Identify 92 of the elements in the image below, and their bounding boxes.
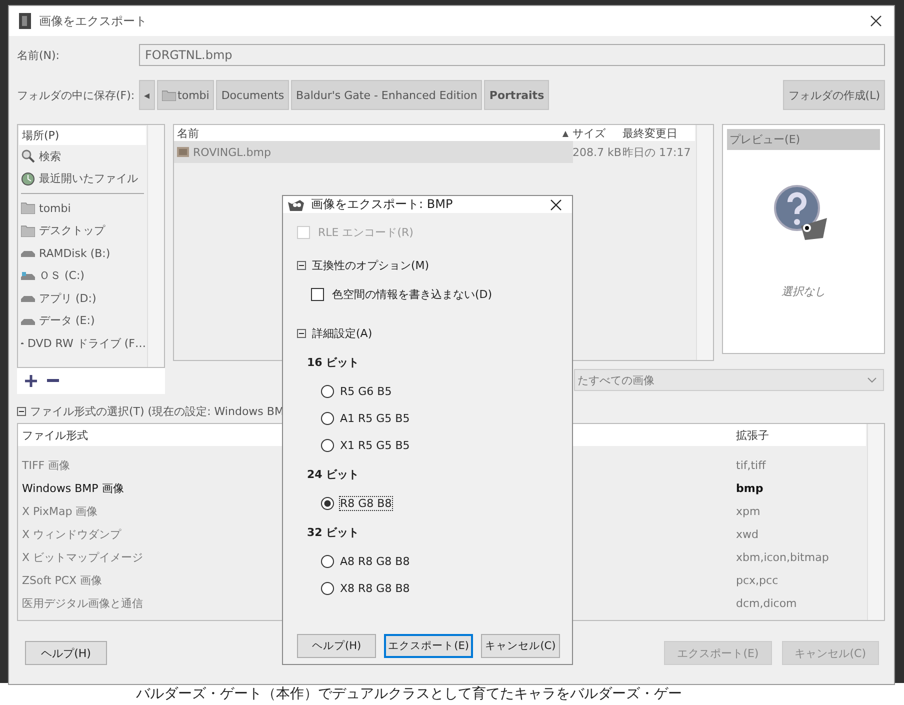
checkbox-label[interactable]: 色空間の情報を書き込まない(D) [332,287,492,302]
radio-button[interactable] [321,497,334,510]
place-item[interactable]: ＯＳ (C:) [19,264,146,287]
name-label: 名前(N): [17,48,61,62]
drive-icon [21,294,35,302]
format-name[interactable]: 医用デジタル画像と通信 [22,597,143,610]
collapse-icon[interactable] [297,261,306,270]
path-button[interactable]: Portraits [484,80,550,110]
format-extension: dcm,dicom [736,597,798,610]
folder-label: フォルダの中に保存(F): [17,88,133,102]
path-button[interactable]: Baldur's Gate - Enhanced Edition [291,80,482,110]
scrollbar[interactable] [696,125,713,360]
place-item[interactable]: RAMDisk (B:) [19,242,146,264]
create-folder-button[interactable]: フォルダの作成(L) [783,80,885,110]
format-extension: xwd [736,528,760,541]
format-name[interactable]: ZSoft PCX 画像 [22,574,102,587]
radio-label[interactable]: R8 G8 B8 [340,497,392,510]
close-icon[interactable] [550,198,562,210]
collapse-icon[interactable] [17,407,26,416]
radio-button[interactable] [321,385,334,398]
scrollbar[interactable] [147,125,164,367]
name-field[interactable]: FORGTNL.bmp [139,44,885,66]
format-name[interactable]: X ビットマップイメージ [22,551,144,564]
drive-icon [21,316,35,325]
radio-label[interactable]: A8 R8 G8 B8 [340,555,410,568]
column-header[interactable]: 最終変更日 [622,126,695,140]
collapse-icon[interactable] [297,329,306,338]
column-header[interactable]: 拡張子 [736,428,866,442]
window-title: 画像をエクスポート [39,12,148,30]
place-item[interactable]: アプリ (D:) [19,287,146,310]
format-extension: pcx,pcc [736,574,780,587]
remove-icon[interactable] [47,379,59,383]
close-icon[interactable] [870,15,882,27]
clock-icon [21,172,35,186]
image-file-icon [177,147,189,157]
dialog-button[interactable]: キャンセル(C) [480,634,560,658]
radio-button[interactable] [321,555,334,568]
app-icon [19,13,31,29]
radio-button[interactable] [321,412,334,425]
scrollbar[interactable] [867,424,884,620]
radio-button[interactable] [321,439,334,452]
place-item[interactable]: DVD RW ドライブ (F… [19,332,146,354]
back-button[interactable]: ◂ [139,80,155,110]
column-header[interactable]: 名前 [174,126,562,140]
format-extension: tif,tiff [736,459,767,472]
dialog-button[interactable]: エクスポート(E) [384,634,473,658]
background-text: バルダーズ・ゲート（本作）でデュアルクラスとして育てたキャラをバルダーズ・ゲー [136,685,682,703]
path-button[interactable]: Documents [216,80,290,110]
dialog-title: 画像をエクスポート: BMP [311,196,454,213]
format-name[interactable]: TIFF 画像 [22,459,70,472]
dialog-button[interactable]: ヘルプ(H) [25,641,107,665]
place-item[interactable]: 検索 [19,145,146,168]
radio-label[interactable]: R5 G6 B5 [340,385,392,398]
place-item[interactable]: デスクトップ [19,220,146,242]
filter-dropdown[interactable]: たすべての画像 [574,369,884,391]
place-item[interactable]: 最近開いたファイル [19,168,146,190]
group-label: 32 ビット [307,525,360,540]
format-extension: xbm,icon,bitmap [736,551,830,564]
folder-icon [21,202,35,214]
format-name[interactable]: X ウィンドウダンプ [22,528,122,541]
preview-header: プレビュー(E) [726,129,880,150]
format-name[interactable]: X PixMap 画像 [22,505,98,518]
section-label[interactable]: 詳細設定(A) [312,326,372,341]
place-item[interactable]: データ (E:) [19,310,146,332]
file-size: 208.7 kB [572,146,622,158]
format-name[interactable]: Windows BMP 画像 [22,482,124,495]
folder-icon [162,90,176,100]
column-header[interactable]: サイズ [572,126,623,140]
group-label: 24 ビット [307,467,360,482]
radio-label[interactable]: X1 R5 G5 B5 [340,439,410,452]
add-icon[interactable] [25,375,37,387]
radio-label[interactable]: A1 R5 G5 B5 [340,412,410,425]
section-label[interactable]: 互換性のオプション(M) [312,258,430,273]
search-icon [21,149,35,164]
radio-button[interactable] [321,582,334,595]
sort-arrow[interactable]: ▲ [562,128,573,138]
format-extension: bmp [736,482,764,495]
dialog-button[interactable]: ヘルプ(H) [297,634,376,658]
group-label: 16 ビット [307,355,360,370]
file-name: ROVINGL.bmp [193,146,271,158]
radio-label[interactable]: X8 R8 G8 B8 [340,582,410,595]
places-header: 場所(P) [19,126,146,145]
format-extension: xpm [736,505,762,518]
checkbox[interactable] [311,288,324,301]
folder-icon [21,224,35,237]
drive-icon [21,272,35,280]
drive-icon [21,249,35,258]
path-button[interactable]: tombi [156,80,214,110]
preview-caption: 選択なし [781,284,826,299]
file-date: 昨日の 17:17 [622,144,692,160]
chevron-down-icon [866,377,877,383]
place-item[interactable]: tombi [19,197,146,220]
